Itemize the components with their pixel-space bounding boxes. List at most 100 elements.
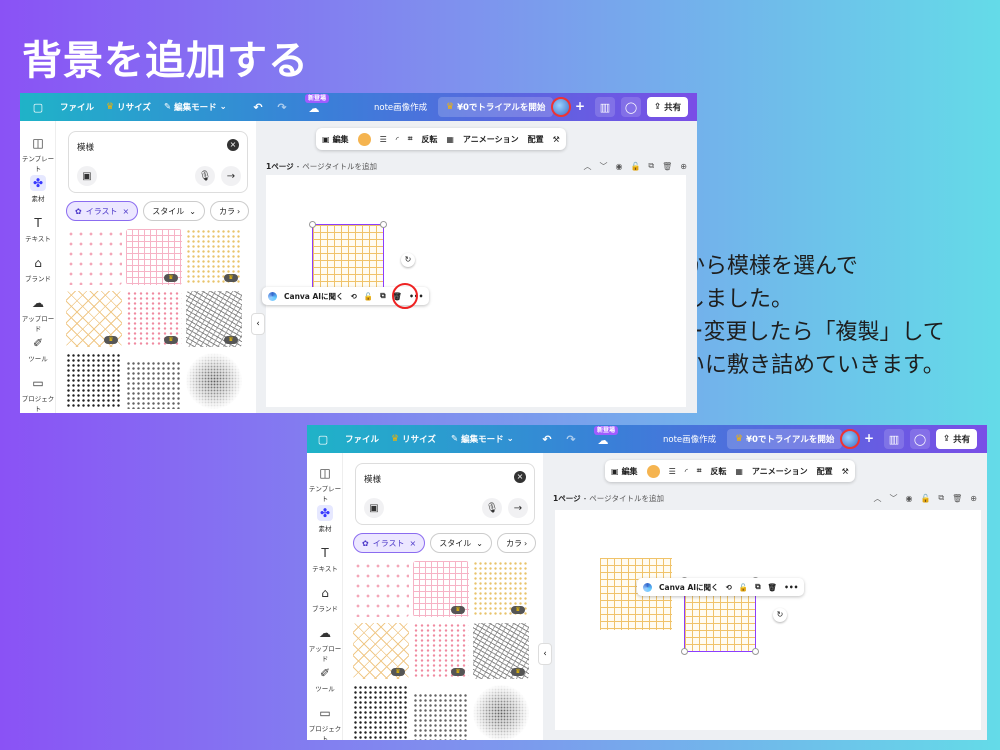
comment-icon[interactable]: ◯ bbox=[910, 429, 930, 449]
rail-item-template[interactable]: ◫ テンプレート bbox=[307, 465, 343, 503]
animate-button[interactable]: アニメーション bbox=[752, 466, 808, 477]
pattern-thumbnail[interactable]: ♛ bbox=[126, 291, 182, 347]
more-icon[interactable]: ••• bbox=[784, 583, 798, 592]
duplicate-icon[interactable]: ⧉ bbox=[755, 582, 760, 592]
chip-color[interactable]: カラ › bbox=[209, 201, 250, 221]
rotate-icon[interactable]: ↻ bbox=[401, 253, 415, 267]
paint-roller-icon[interactable]: ⚒ bbox=[842, 467, 849, 476]
selection-box[interactable] bbox=[312, 224, 384, 296]
eye-icon[interactable]: ◉ bbox=[615, 162, 622, 171]
pattern-thumbnail[interactable] bbox=[353, 561, 409, 617]
rail-item-upload[interactable]: ☁ アップロード bbox=[20, 295, 56, 333]
canva-ai-button[interactable]: Canva AIに聞く bbox=[659, 582, 719, 593]
rail-item-brand[interactable]: ⌂ ブランド bbox=[20, 255, 56, 283]
rail-item-tools[interactable]: ✐ ツール bbox=[307, 665, 343, 693]
share-button[interactable]: ⇪ 共有 bbox=[647, 97, 689, 117]
refresh-icon[interactable]: ⟲ bbox=[351, 292, 357, 301]
pattern-thumbnail[interactable] bbox=[186, 353, 242, 409]
resize-handle[interactable] bbox=[380, 221, 387, 228]
edit-mode-button[interactable]: ✎ 編集モード ⌄ bbox=[445, 429, 520, 449]
pattern-thumbnail[interactable]: ♛ bbox=[413, 623, 469, 679]
add-page-icon[interactable]: ⊕ bbox=[680, 162, 687, 171]
pattern-thumbnail[interactable]: ♛ bbox=[186, 291, 242, 347]
paint-roller-icon[interactable]: ⚒ bbox=[553, 135, 560, 144]
rail-item-tools[interactable]: ✐ ツール bbox=[20, 335, 56, 363]
file-menu-button[interactable]: ファイル bbox=[54, 97, 100, 117]
pattern-thumbnail[interactable]: ♛ bbox=[353, 623, 409, 679]
chevron-down-icon[interactable]: ﹀ bbox=[889, 493, 897, 504]
document-title[interactable]: note画像作成 bbox=[663, 433, 716, 445]
refresh-icon[interactable]: ⟲ bbox=[726, 583, 732, 592]
lock-icon[interactable]: 🔓 bbox=[739, 583, 748, 592]
pattern-thumbnail[interactable]: ♛ bbox=[186, 229, 242, 285]
resize-handle[interactable] bbox=[752, 648, 759, 655]
pattern-thumbnail[interactable]: ♛ bbox=[473, 561, 529, 617]
edit-button[interactable]: ▣ 編集 bbox=[611, 466, 638, 477]
pattern-thumbnail[interactable] bbox=[66, 229, 122, 285]
color-swatch[interactable] bbox=[357, 132, 371, 146]
chip-style[interactable]: スタイル ⌄ bbox=[430, 533, 492, 553]
trash-icon[interactable]: 🗑 bbox=[952, 494, 962, 503]
pattern-thumbnail[interactable]: ♛ bbox=[66, 291, 122, 347]
collapse-panel-icon[interactable]: ‹ bbox=[251, 313, 265, 335]
file-menu-button[interactable]: ファイル bbox=[339, 429, 385, 449]
resize-handle[interactable] bbox=[681, 648, 688, 655]
rail-item-text[interactable]: T テキスト bbox=[307, 545, 343, 573]
transparency-icon[interactable]: ▦ bbox=[735, 467, 743, 476]
chevron-up-icon[interactable]: ︿ bbox=[583, 161, 591, 172]
microphone-icon[interactable]: 🎙 bbox=[195, 166, 215, 186]
flip-button[interactable]: 反転 bbox=[421, 134, 437, 145]
arrow-right-icon[interactable]: → bbox=[221, 166, 241, 186]
chip-illust[interactable]: ✿ イラスト × bbox=[353, 533, 426, 553]
rotate-icon[interactable]: ↻ bbox=[773, 608, 787, 622]
line-weight-icon[interactable]: ☰ bbox=[669, 467, 676, 476]
duplicate-icon[interactable]: ⧉ bbox=[648, 161, 654, 171]
search-box[interactable]: 模様 × ▣ 🎙 → bbox=[68, 131, 248, 193]
line-weight-icon[interactable]: ☰ bbox=[380, 135, 387, 144]
collapse-panel-icon[interactable]: ‹ bbox=[538, 643, 552, 665]
corner-radius-icon[interactable]: ◜ bbox=[685, 467, 688, 476]
trash-icon[interactable]: 🗑 bbox=[768, 583, 778, 592]
edit-mode-button[interactable]: ✎ 編集モード ⌄ bbox=[158, 97, 233, 117]
page-title-input[interactable]: ページタイトルを追加 bbox=[302, 161, 377, 172]
resize-button[interactable]: ♛ リサイズ bbox=[100, 97, 157, 117]
microphone-icon[interactable]: 🎙 bbox=[482, 498, 502, 518]
search-box[interactable]: 模様 × ▣ 🎙 → bbox=[355, 463, 535, 525]
add-page-icon[interactable]: ⊕ bbox=[970, 494, 977, 503]
eye-icon[interactable]: ◉ bbox=[905, 494, 912, 503]
chip-style[interactable]: スタイル ⌄ bbox=[143, 201, 205, 221]
pattern-thumbnail[interactable] bbox=[66, 353, 122, 409]
canvas-page[interactable]: ↻ bbox=[555, 510, 981, 730]
pattern-thumbnail[interactable] bbox=[473, 685, 529, 740]
pattern-thumbnail[interactable]: ♛ bbox=[473, 623, 529, 679]
position-button[interactable]: 配置 bbox=[817, 466, 833, 477]
lock-icon[interactable]: 🔓 bbox=[920, 494, 930, 503]
chevron-up-icon[interactable]: ︿ bbox=[873, 493, 881, 504]
avatar[interactable] bbox=[840, 429, 860, 449]
chip-illust[interactable]: ✿ イラスト × bbox=[66, 201, 139, 221]
page-title-input[interactable]: ページタイトルを追加 bbox=[589, 493, 664, 504]
transparency-icon[interactable]: ▦ bbox=[446, 135, 454, 144]
arrow-right-icon[interactable]: → bbox=[508, 498, 528, 518]
rail-item-brand[interactable]: ⌂ ブランド bbox=[307, 585, 343, 613]
comment-icon[interactable]: ◯ bbox=[621, 97, 641, 117]
rail-item-template[interactable]: ◫ テンプレート bbox=[20, 135, 56, 173]
duplicate-icon[interactable]: ⧉ bbox=[380, 291, 385, 301]
clear-search-icon[interactable]: × bbox=[514, 471, 526, 483]
rail-item-elements[interactable]: ✤ 素材 bbox=[20, 175, 56, 203]
rail-item-upload[interactable]: ☁ アップロード bbox=[307, 625, 343, 663]
resize-button[interactable]: ♛ リサイズ bbox=[385, 429, 442, 449]
redo-icon[interactable]: ↷ bbox=[561, 429, 581, 449]
duplicate-icon[interactable]: ⧉ bbox=[938, 493, 944, 503]
canva-ai-button[interactable]: Canva AIに聞く bbox=[284, 291, 344, 302]
trash-icon[interactable]: 🗑 bbox=[662, 162, 672, 171]
pattern-thumbnail[interactable] bbox=[413, 693, 469, 740]
analytics-icon[interactable]: ▥ bbox=[884, 429, 904, 449]
analytics-icon[interactable]: ▥ bbox=[595, 97, 615, 117]
sidebar-toggle-icon[interactable]: ▢ bbox=[313, 429, 333, 449]
resize-handle[interactable] bbox=[309, 221, 316, 228]
share-button[interactable]: ⇪ 共有 bbox=[936, 429, 978, 449]
pattern-thumbnail[interactable]: ♛ bbox=[413, 561, 469, 617]
chevron-down-icon[interactable]: ﹀ bbox=[599, 161, 607, 172]
pattern-thumbnail[interactable]: ♛ bbox=[126, 229, 182, 285]
